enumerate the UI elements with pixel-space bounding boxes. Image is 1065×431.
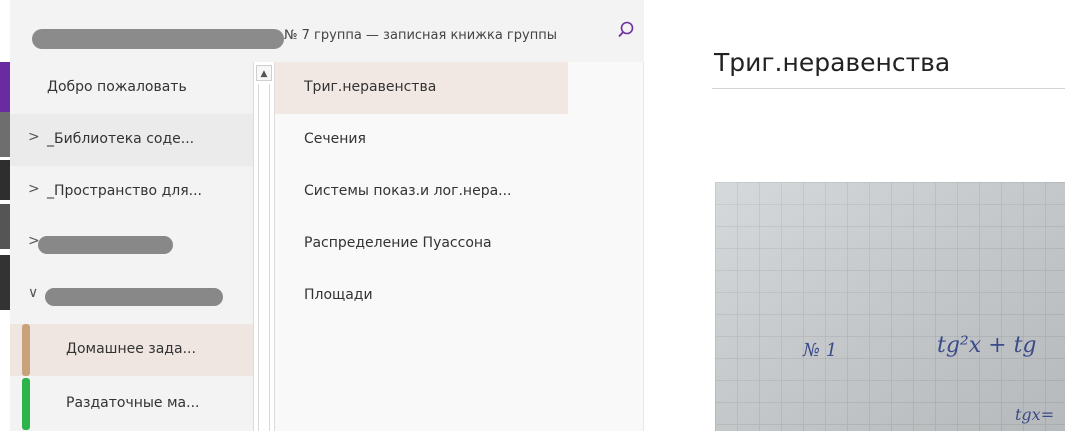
- section-label: _Пространство для...: [47, 183, 202, 199]
- notebook-header: № 7 группа — записная книжка группы: [10, 0, 644, 63]
- chevron-right-icon[interactable]: >: [28, 129, 40, 145]
- search-icon[interactable]: [617, 21, 635, 39]
- section-group-space[interactable]: > _Пространство для...: [10, 166, 253, 218]
- section-group-library[interactable]: > _Библиотека соде...: [10, 114, 253, 166]
- section-label: _Библиотека соде...: [47, 131, 195, 147]
- page-item-sections[interactable]: Сечения: [275, 114, 568, 166]
- page-item-trig-inequalities[interactable]: Триг.неравенства: [275, 62, 568, 114]
- strip-segment: [0, 112, 10, 157]
- redacted-notebook-owner: [32, 29, 284, 49]
- chevron-down-icon[interactable]: ∨: [28, 285, 38, 301]
- handwritten-photo[interactable]: № 1 tg²x + tg tgx=: [715, 182, 1065, 431]
- sections-scrollbar[interactable]: ▲: [253, 62, 275, 431]
- section-label: Добро пожаловать: [47, 79, 187, 95]
- strip-segment: [0, 318, 10, 431]
- page-item-exp-log-systems[interactable]: Системы показ.и лог.нера...: [275, 166, 568, 218]
- strip-segment: [0, 255, 10, 310]
- section-label: Домашнее зада...: [66, 341, 196, 357]
- page-label: Распределение Пуассона: [304, 235, 492, 251]
- page-label: Площади: [304, 287, 373, 303]
- strip-segment: [0, 204, 10, 249]
- strip-segment: [0, 160, 10, 200]
- photo-text-formula-2: tgx=: [1015, 405, 1054, 424]
- pages-pane: Триг.неравенства Сечения Системы показ.и…: [275, 62, 644, 431]
- section-item-homework[interactable]: Домашнее зада...: [10, 324, 253, 376]
- page-item-areas[interactable]: Площади: [275, 270, 568, 322]
- page-item-poisson[interactable]: Распределение Пуассона: [275, 218, 568, 270]
- scroll-thumb[interactable]: [258, 84, 270, 431]
- section-group-redacted[interactable]: >: [10, 218, 253, 270]
- redacted-section-name: [45, 288, 223, 306]
- sections-pane: Добро пожаловать > _Библиотека соде... >…: [10, 62, 253, 431]
- section-group-redacted-expanded[interactable]: ∨: [10, 270, 253, 322]
- scroll-up-arrow-icon[interactable]: ▲: [256, 65, 272, 81]
- section-color-tab: [22, 378, 30, 430]
- section-label: Раздаточные ма...: [66, 395, 200, 411]
- photo-text-formula: tg²x + tg: [937, 333, 1037, 358]
- page-label: Системы показ.и лог.нера...: [304, 183, 512, 199]
- title-divider: [712, 88, 1065, 89]
- page-label: Сечения: [304, 131, 366, 147]
- strip-segment-purple: [0, 62, 10, 112]
- page-content: Триг.неравенства № 1 tg²x + tg tgx=: [644, 0, 1065, 431]
- notebook-title[interactable]: № 7 группа — записная книжка группы: [284, 28, 557, 43]
- redacted-section-name: [38, 236, 173, 254]
- section-item-welcome[interactable]: Добро пожаловать: [10, 62, 253, 114]
- photo-text-number: № 1: [802, 340, 837, 361]
- page-title[interactable]: Триг.неравенства: [714, 48, 950, 77]
- window-edge-strip: [0, 0, 10, 431]
- page-label: Триг.неравенства: [304, 79, 437, 95]
- section-item-handouts[interactable]: Раздаточные ма...: [10, 378, 253, 430]
- section-color-tab: [22, 324, 30, 376]
- chevron-right-icon[interactable]: >: [28, 181, 40, 197]
